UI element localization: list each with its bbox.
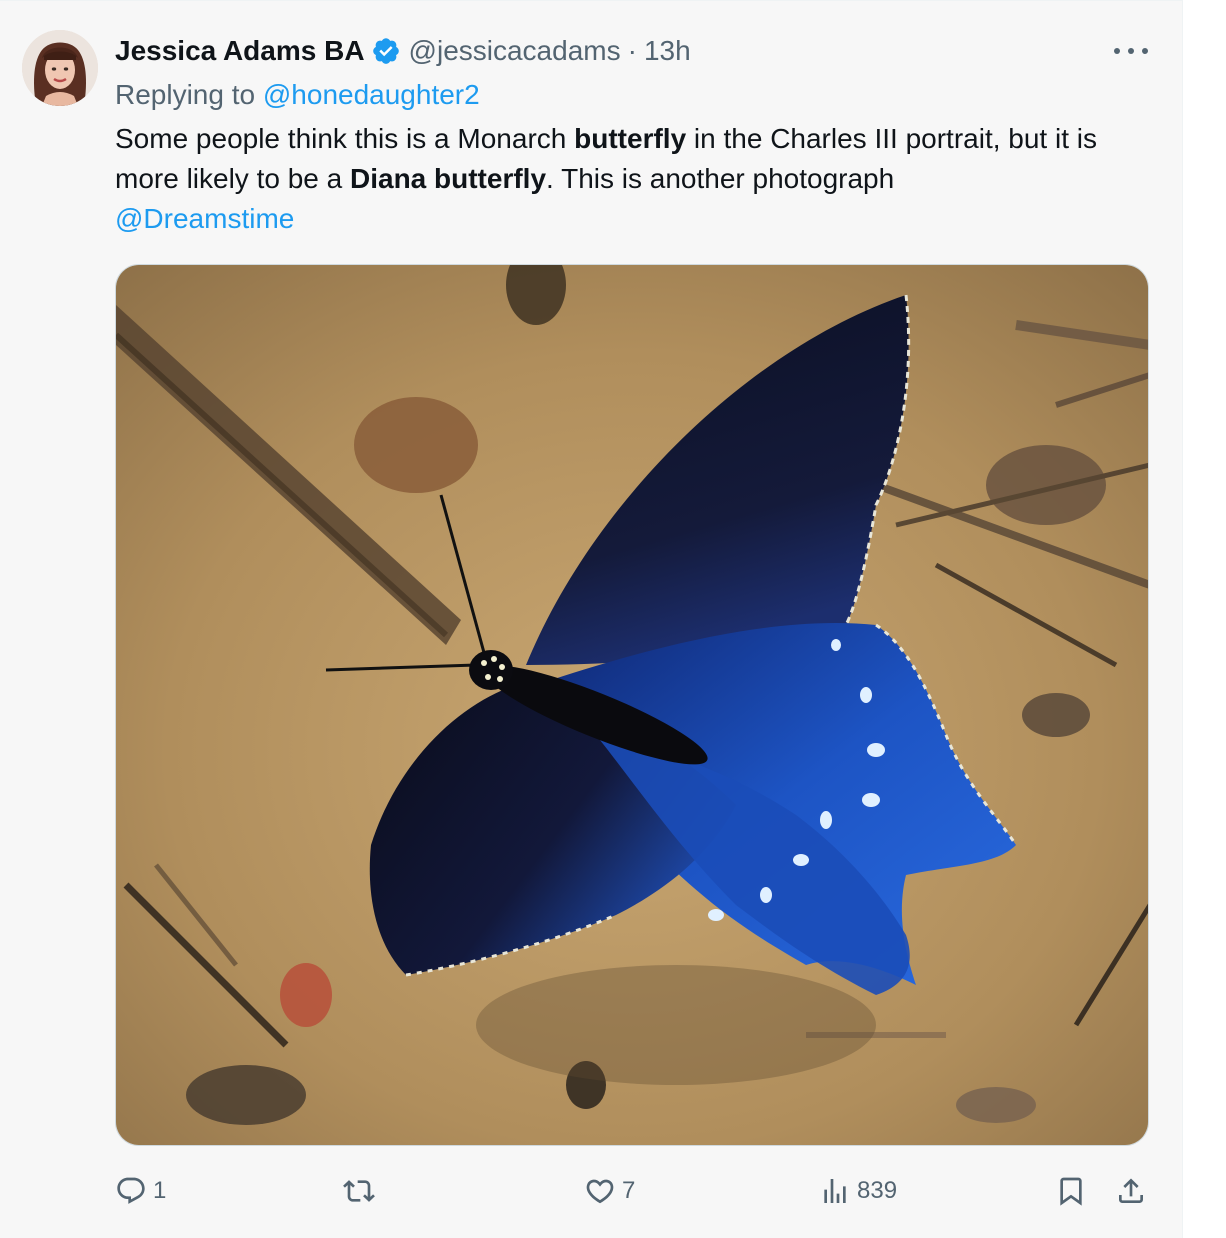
author-handle[interactable]: @jessicacadams [409,35,621,67]
share-button[interactable] [1115,1169,1147,1213]
avatar-image [22,30,98,106]
reply-icon [117,1177,145,1204]
butterfly-photo [116,265,1148,1145]
heart-icon [586,1179,614,1204]
tweet-media[interactable] [115,264,1149,1146]
tweet-actions: 1 7 839 [115,1169,1155,1213]
tweet-header: Jessica Adams BA @jessicacadams · 13h [115,29,691,73]
separator-dot: · [627,35,637,66]
tweet-card[interactable]: Jessica Adams BA @jessicacadams · 13h Re… [0,0,1183,1238]
retweet-icon [343,1180,375,1202]
author-name[interactable]: Jessica Adams BA [115,35,365,67]
retweet-button[interactable] [343,1169,381,1213]
reply-button[interactable]: 1 [115,1169,166,1213]
tweet-text-part1: Some people think this is a Monarch [115,123,575,154]
verified-badge-icon[interactable] [371,36,401,66]
reply-count: 1 [153,1177,167,1204]
avatar[interactable] [22,30,98,106]
views-icon [824,1179,846,1203]
like-count: 7 [622,1177,636,1204]
like-button[interactable]: 7 [584,1169,635,1213]
replying-to-line: Replying to @honedaughter2 [115,75,480,115]
bookmark-button[interactable] [1055,1169,1087,1213]
replying-to-label: Replying to [115,79,263,110]
tweet-text-bold1: butterfly [574,123,687,154]
reply-mention-link[interactable]: @honedaughter2 [263,79,480,110]
share-icon [1119,1178,1143,1203]
dreamstime-mention-link[interactable]: @Dreamstime [115,203,294,234]
timestamp[interactable]: 13h [644,35,691,67]
tweet-text-part3: . This is another photograph [546,163,895,194]
views-count: 839 [857,1177,898,1204]
more-icon[interactable] [1114,37,1148,65]
views-button[interactable]: 839 [819,1169,897,1213]
tweet-text: Some people think this is a Monarch butt… [115,119,1155,239]
tweet-text-bold2: Diana butterfly [350,163,547,194]
bookmark-icon [1060,1177,1082,1206]
